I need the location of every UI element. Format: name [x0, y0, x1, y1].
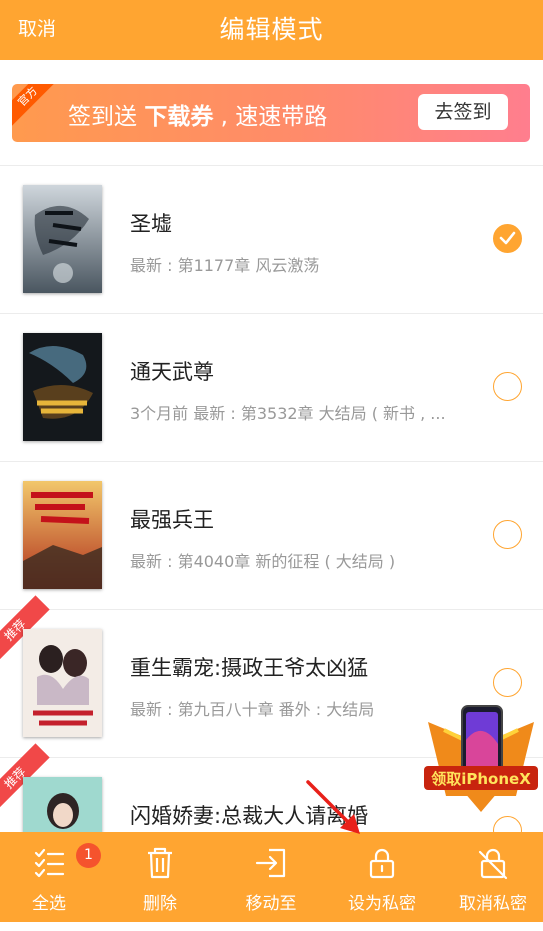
book-title: 最强兵王 [130, 508, 214, 532]
book-row[interactable]: 通天武尊 3个月前 最新 : 第3532章 大结局 ( 新书 , ... [0, 314, 543, 462]
delete-button[interactable]: 删除 [110, 832, 210, 922]
select-all-button[interactable]: 全选 1 [0, 832, 101, 922]
checkin-button[interactable]: 去签到 [418, 94, 508, 130]
banner-area: 官方 签到送 下载券 , 速速带路 去签到 [0, 60, 543, 166]
banner-text-bold: 下载券 [144, 104, 214, 130]
book-latest-chapter: 最新 : 第4040章 新的征程 ( 大结局 ) [130, 552, 396, 571]
book-latest-chapter: 3个月前 最新 : 第3532章 大结局 ( 新书 , ... [130, 404, 446, 423]
checkmark-icon [499, 231, 516, 245]
book-cover [23, 481, 102, 589]
delete-label: 删除 [143, 894, 177, 914]
select-checkbox[interactable] [493, 372, 522, 401]
banner-text-prefix: 签到送 [68, 104, 145, 130]
select-checkbox[interactable] [493, 520, 522, 549]
book-cover [23, 333, 102, 441]
page-title: 编辑模式 [219, 15, 324, 44]
iphone-promo-icon: 领取iPhoneX [424, 705, 538, 812]
checkin-banner[interactable]: 官方 签到送 下载券 , 速速带路 去签到 [12, 84, 530, 142]
promo-label: 领取iPhoneX [430, 770, 531, 788]
move-to-label: 移动至 [245, 894, 297, 914]
checklist-icon [34, 848, 65, 878]
bottom-strip [0, 922, 543, 931]
book-cover [23, 629, 102, 737]
book-latest-chapter: 最新 : 第1177章 风云激荡 [130, 256, 320, 275]
move-in-icon [255, 848, 286, 878]
trash-icon [148, 847, 172, 879]
select-all-label: 全选 [32, 894, 66, 914]
iphone-promo-widget[interactable]: 领取iPhoneX [424, 700, 538, 818]
book-row[interactable]: 圣墟 最新 : 第1177章 风云激荡 [0, 166, 543, 314]
banner-text-suffix: , 速速带路 [213, 104, 328, 130]
cancel-private-label: 取消私密 [459, 894, 527, 914]
annotation-arrow-icon [306, 780, 360, 834]
book-latest-chapter: 最新 : 第九百八十章 番外 : 大结局 [130, 700, 375, 719]
set-private-label: 设为私密 [348, 894, 416, 914]
book-title: 重生霸宠:摄政王爷太凶猛 [130, 656, 369, 680]
select-checkbox[interactable] [493, 668, 522, 697]
official-ribbon: 官方 [12, 84, 60, 129]
unlock-icon [478, 848, 508, 880]
select-checkbox-checked[interactable] [493, 224, 522, 253]
book-title: 通天武尊 [130, 360, 214, 384]
book-cover [23, 185, 102, 293]
book-title: 圣墟 [130, 212, 172, 236]
lock-icon [369, 848, 395, 879]
bottom-toolbar: 全选 1 删除 移动至 设为私密 取消私密 [0, 832, 543, 922]
banner-text: 签到送 下载券 , 速速带路 [68, 97, 327, 131]
cancel-private-button[interactable]: 取消私密 [443, 832, 543, 922]
header-bar: 取消 编辑模式 [0, 0, 543, 60]
selected-count-badge: 1 [76, 843, 101, 868]
book-row[interactable]: 最强兵王 最新 : 第4040章 新的征程 ( 大结局 ) [0, 462, 543, 610]
